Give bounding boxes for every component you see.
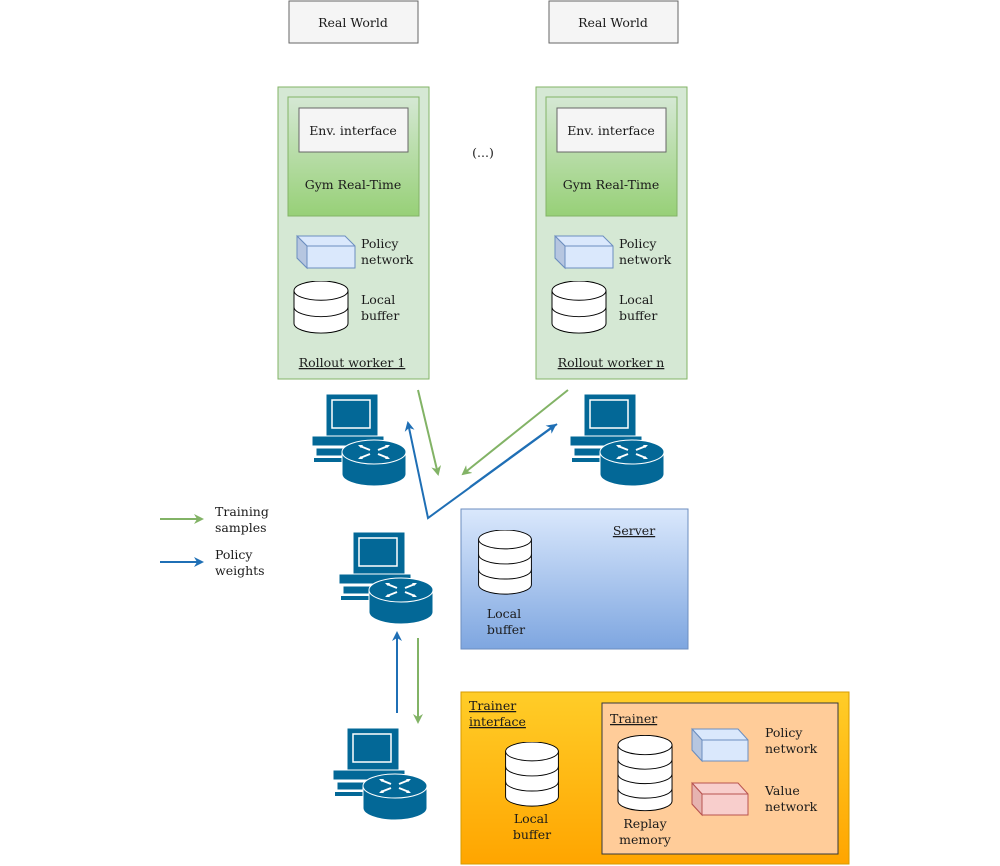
legend-label: weights: [215, 563, 265, 578]
buffer-label: Local: [361, 292, 395, 307]
training-samples-arrow: [461, 389, 569, 476]
rollout-worker-1: Env. interface Gym Real-Time Policy netw…: [277, 86, 430, 380]
policy-network-icon: [554, 234, 614, 270]
computer-router-icon: [570, 393, 665, 487]
trainer-interface-box: Trainer interface Local buffer Trainer R…: [460, 691, 850, 865]
policy-label: Policy: [361, 236, 399, 251]
local-buffer-icon: [505, 742, 559, 807]
policy-weights-arrow: [404, 421, 558, 520]
training-samples-arrow: [417, 389, 442, 476]
buffer-label: buffer: [619, 308, 657, 323]
value-label: Value: [764, 783, 800, 798]
policy-label: network: [361, 252, 414, 267]
policy-network-icon: [296, 234, 356, 270]
legend: Training samples Policy weights: [160, 504, 269, 578]
policy-label: network: [619, 252, 672, 267]
buffer-label: Local: [514, 811, 548, 826]
legend-label: samples: [215, 520, 267, 535]
value-label: network: [765, 799, 818, 814]
rollout-worker-n: Env. interface Gym Real-Time Policy netw…: [535, 86, 688, 380]
real-world-label: Real World: [578, 15, 648, 30]
buffer-label: Local: [619, 292, 653, 307]
policy-label: Policy: [619, 236, 657, 251]
server-box: Server Local buffer: [460, 508, 689, 650]
real-world-box-1: Real World: [288, 0, 419, 44]
real-world-box-n: Real World: [548, 0, 679, 44]
computer-router-icon: [339, 531, 434, 625]
legend-label: Training: [215, 504, 269, 519]
local-buffer-icon: [293, 281, 349, 334]
trainer-interface-title: Trainer: [469, 698, 516, 713]
gym-label: Gym Real-Time: [305, 177, 402, 192]
gym-label: Gym Real-Time: [563, 177, 660, 192]
buffer-label: buffer: [513, 827, 551, 842]
ellipsis: (...): [472, 145, 494, 160]
buffer-label: buffer: [487, 622, 525, 637]
trainer-interface-title: interface: [469, 714, 526, 729]
env-interface-label: Env. interface: [309, 123, 397, 138]
computer-router-icon: [312, 393, 407, 487]
local-buffer-icon: [551, 281, 607, 334]
trainer-box: Trainer Replay memory Policy network Val…: [601, 702, 839, 855]
local-buffer-icon: [478, 530, 532, 595]
replay-label: memory: [619, 832, 672, 847]
policy-label: network: [765, 741, 818, 756]
buffer-label: buffer: [361, 308, 399, 323]
computer-router-icon: [333, 727, 428, 821]
trainer-title: Trainer: [610, 711, 657, 726]
env-interface-label: Env. interface: [567, 123, 655, 138]
server-title: Server: [613, 523, 655, 538]
diagram: Real World Real World (...) Env. interfa…: [160, 0, 850, 865]
legend-label: Policy: [215, 547, 253, 562]
policy-label: Policy: [765, 725, 803, 740]
worker-title: Rollout worker n: [558, 355, 665, 370]
value-network-icon: [691, 781, 749, 817]
replay-memory-icon: [617, 735, 673, 812]
worker-title: Rollout worker 1: [299, 355, 406, 370]
replay-label: Replay: [623, 816, 667, 831]
buffer-label: Local: [487, 606, 521, 621]
policy-network-icon: [691, 727, 749, 763]
real-world-label: Real World: [318, 15, 388, 30]
